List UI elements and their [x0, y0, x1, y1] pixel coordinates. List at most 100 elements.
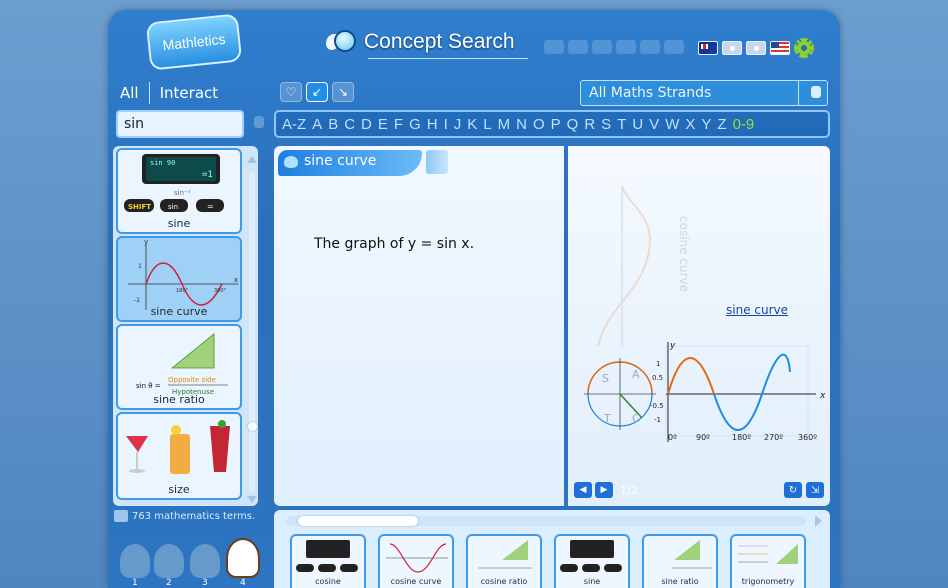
- australia-flag-icon[interactable]: [698, 41, 718, 55]
- tray-scrollbar[interactable]: [286, 516, 806, 526]
- filter-tabs: All Interact: [120, 82, 218, 104]
- back-arrow-icon[interactable]: ↙: [306, 82, 328, 102]
- related-label: cosine ratio: [480, 577, 528, 586]
- letter-r[interactable]: R: [584, 116, 595, 133]
- related-card-cosine-curve[interactable]: cosine curve: [378, 534, 454, 588]
- svg-text:x: x: [234, 276, 238, 284]
- alphabet-bar: A-Z A B C D E F G H I J K L M N O P Q R S T U V W X Y Z 0-9: [274, 110, 830, 138]
- flag-icon[interactable]: [746, 41, 766, 55]
- letter-u[interactable]: U: [632, 116, 643, 133]
- letter-s[interactable]: S: [601, 116, 611, 133]
- result-label: sine ratio: [153, 393, 205, 406]
- related-card-cosine[interactable]: cosine: [290, 534, 366, 588]
- letter-v[interactable]: V: [649, 116, 659, 133]
- tab-interact[interactable]: Interact: [160, 84, 219, 102]
- svg-text:90º: 90º: [696, 433, 710, 442]
- letter-a[interactable]: A: [312, 116, 322, 133]
- svg-text:1: 1: [656, 360, 660, 368]
- letter-b[interactable]: B: [328, 116, 338, 133]
- scroll-track[interactable]: [249, 172, 255, 492]
- letter-z[interactable]: Z: [717, 116, 726, 133]
- letter-g[interactable]: G: [409, 116, 421, 133]
- letter-j[interactable]: J: [454, 116, 462, 133]
- related-card-sine-ratio[interactable]: sine ratio: [642, 534, 718, 588]
- settings-gear-icon[interactable]: [794, 38, 814, 58]
- result-card-sine-ratio[interactable]: sin θ = Opposite side Hypotenuse sine ra…: [116, 324, 242, 410]
- concept-search-brand: Concept Search: [326, 28, 515, 56]
- tab-all[interactable]: All: [120, 84, 139, 102]
- expand-icon[interactable]: ⇲: [806, 482, 824, 498]
- calc-display: sin 90: [150, 159, 175, 167]
- result-label: size: [168, 483, 190, 496]
- letter-p[interactable]: P: [551, 116, 561, 133]
- letter-e[interactable]: E: [378, 116, 388, 133]
- sine-ratio-lhs: sin θ =: [136, 382, 161, 390]
- letter-d[interactable]: D: [361, 116, 372, 133]
- inverse-sine-label: sin⁻¹: [174, 189, 191, 197]
- letter-y[interactable]: Y: [701, 116, 711, 133]
- results-scrollbar[interactable]: [247, 152, 257, 503]
- scroll-right-icon[interactable]: [815, 515, 822, 527]
- mathletics-logo[interactable]: Mathletics: [145, 13, 243, 71]
- calc-result: =1: [202, 170, 213, 180]
- level-1-pet-icon[interactable]: [120, 544, 150, 578]
- letter-f[interactable]: F: [394, 116, 403, 133]
- letter-0-9[interactable]: 0-9: [733, 116, 755, 133]
- tray-scroll-thumb[interactable]: [298, 516, 418, 526]
- page-indicator: 1/2: [620, 483, 638, 497]
- refresh-icon[interactable]: ↻: [784, 482, 802, 498]
- faded-cosine-graph: cosine curve: [597, 185, 691, 347]
- letter-l[interactable]: L: [483, 116, 491, 133]
- result-card-sine[interactable]: sin 90 =1 sin⁻¹ SHIFT sin = sine: [116, 148, 242, 234]
- letter-w[interactable]: W: [665, 116, 679, 133]
- letter-k[interactable]: K: [467, 116, 477, 133]
- related-card-cosine-ratio[interactable]: cosine ratio: [466, 534, 542, 588]
- related-label: trigonometry: [741, 577, 795, 586]
- level-3-pet-icon[interactable]: [190, 544, 220, 578]
- letter-m[interactable]: M: [498, 116, 511, 133]
- heart-icon[interactable]: ♡: [280, 82, 302, 102]
- us-flag-icon[interactable]: [770, 41, 790, 55]
- letter-i[interactable]: I: [444, 116, 448, 133]
- letter-c[interactable]: C: [344, 116, 355, 133]
- letter-h[interactable]: H: [427, 116, 438, 133]
- calculator-thumbnail: [296, 540, 358, 572]
- scroll-thumb[interactable]: [248, 422, 257, 431]
- strand-select[interactable]: All Maths Strands: [580, 80, 828, 106]
- related-label: sine: [583, 577, 601, 586]
- svg-text:A: A: [632, 368, 640, 381]
- level-2-pet-icon[interactable]: [154, 544, 184, 578]
- faded-tabs: [544, 40, 684, 54]
- concept-definition: The graph of y = sin x.: [314, 236, 475, 252]
- result-card-sine-curve[interactable]: y x 1 -1 180° 360° sine curve: [116, 236, 242, 322]
- level-4-pet-icon[interactable]: [226, 538, 260, 578]
- result-card-size[interactable]: size: [116, 412, 242, 500]
- letter-q[interactable]: Q: [567, 116, 579, 133]
- scroll-down-icon[interactable]: [247, 496, 257, 503]
- results-list: sin 90 =1 sin⁻¹ SHIFT sin = sine y x 1 -…: [113, 146, 258, 506]
- letter-n[interactable]: N: [516, 116, 527, 133]
- scroll-up-icon[interactable]: [247, 156, 257, 163]
- related-label: sine ratio: [661, 577, 699, 586]
- dropdown-handle-icon[interactable]: [811, 86, 821, 98]
- letter-a-z[interactable]: A-Z: [282, 116, 306, 133]
- next-page-icon[interactable]: ▶: [595, 482, 613, 498]
- concept-link[interactable]: sine curve: [726, 303, 788, 317]
- related-card-trigonometry[interactable]: trigonometry: [730, 534, 806, 588]
- audio-play-icon[interactable]: [426, 150, 448, 174]
- flag-icon[interactable]: [722, 41, 742, 55]
- search-input[interactable]: [118, 112, 242, 136]
- svg-text:0º: 0º: [668, 433, 677, 442]
- letter-o[interactable]: O: [533, 116, 545, 133]
- heart-icon[interactable]: [284, 156, 298, 168]
- letter-x[interactable]: X: [685, 116, 695, 133]
- svg-text:C: C: [632, 412, 640, 425]
- forward-arrow-icon[interactable]: ↘: [332, 82, 354, 102]
- search-scroll-handle[interactable]: [254, 116, 264, 128]
- top-bar: Mathletics Concept Search: [108, 10, 840, 71]
- related-card-sine[interactable]: sine: [554, 534, 630, 588]
- related-label: cosine: [315, 577, 341, 586]
- letter-t[interactable]: T: [617, 116, 626, 133]
- prev-page-icon[interactable]: ◀: [574, 482, 592, 498]
- app-title: Concept Search: [364, 30, 515, 53]
